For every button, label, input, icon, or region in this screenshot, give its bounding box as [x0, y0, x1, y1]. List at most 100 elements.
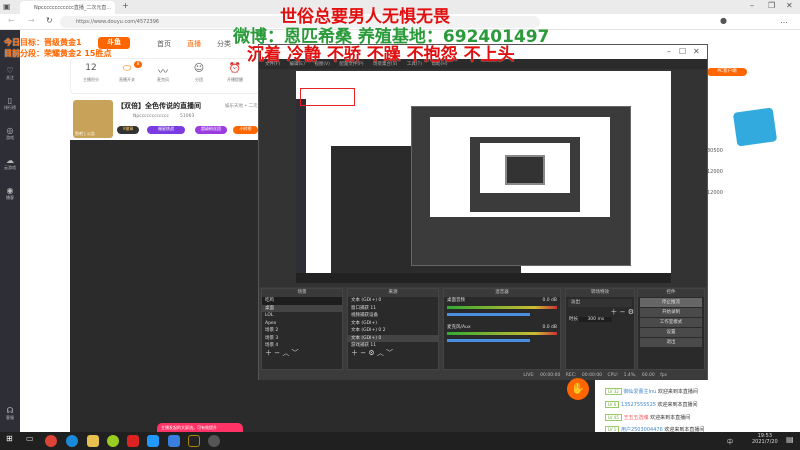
new-tab-button[interactable]: + [122, 1, 129, 10]
nav-live[interactable]: 直播 [187, 39, 201, 49]
streamer-avatar[interactable]: 鱼吧 | 公告 [73, 100, 113, 138]
studio-mode-button[interactable]: 工作室模式 [640, 318, 702, 327]
refresh-icon[interactable]: ↻ [46, 16, 53, 25]
sidebar-label: 云游戏 [4, 165, 16, 170]
close-icon[interactable]: ✕ [786, 1, 793, 10]
sidebar-item-ranking[interactable]: ▯ 排行榜 [0, 96, 20, 111]
scene-item[interactable]: LOL [262, 312, 342, 320]
waveform-icon: 〰 [158, 67, 168, 78]
minimize-icon[interactable]: – [750, 1, 754, 10]
volume-slider[interactable] [447, 312, 530, 316]
edge-icon[interactable] [66, 435, 78, 447]
source-item[interactable]: 文本 (GDI+) 0 [348, 334, 438, 342]
weekly-task-icon[interactable] [732, 107, 778, 147]
clock[interactable]: 19:53 2021/7/20 [752, 433, 778, 445]
nav-category[interactable]: 分类 [217, 39, 231, 49]
sources-dock: 来源 文本 (GDI+) 0 窗口捕获 11 视频捕获设备 文本 (GDI+) … [347, 288, 439, 370]
app-icon[interactable] [107, 435, 119, 447]
game-app-icon[interactable] [188, 435, 200, 447]
nested-capture-3 [505, 155, 545, 185]
chat-text: 欢迎来到本直播间 [657, 402, 698, 408]
rank-overlay: 目前分段：荣耀黄金2 15胜点 [4, 49, 112, 58]
volume-slider[interactable] [447, 339, 530, 342]
scenes-dock: 场景 吃鸡 桌面 LOL Apex 场景 2 场景 3 场景 4 ＋ − ︿ ﹀ [261, 288, 343, 370]
source-item[interactable]: 文本 (GDI+) 0 2 [348, 327, 438, 335]
toast-notification[interactable]: 主播发起的大屏流，可有效提升 [157, 423, 243, 432]
maximize-icon[interactable]: ❐ [768, 1, 775, 10]
chat-user[interactable]: 王五五选魂 [623, 415, 648, 421]
scene-item[interactable]: Apex [262, 320, 342, 328]
exit-button[interactable]: 退出 [640, 338, 702, 347]
stop-streaming-button[interactable]: 停止推流 [640, 298, 702, 307]
streamer-name[interactable]: Npcccccccccccc [133, 114, 169, 119]
source-item[interactable]: 文本 (GDI+) [348, 320, 438, 328]
notification-badge: 8 [134, 61, 142, 68]
source-toolbar[interactable]: ＋ − ⚙ ︿ ﹀ [348, 349, 438, 358]
app-icon[interactable] [168, 435, 180, 447]
source-item[interactable]: 文本 (GDI+) 0 [348, 297, 438, 305]
live-reminder-button[interactable]: ⏰ 开播提醒 [217, 63, 253, 83]
scene-toolbar[interactable]: ＋ − ︿ ﹀ [262, 349, 342, 358]
back-icon[interactable]: ← [8, 16, 15, 25]
scene-item[interactable]: 桌面 [262, 304, 342, 312]
chat-text: 欢迎来到本直播间 [657, 389, 698, 395]
tag-badge[interactable]: V徽章 [117, 126, 139, 134]
nav-home[interactable]: 首页 [157, 39, 171, 49]
stat-label: 开播提醒 [227, 77, 243, 82]
mic-button[interactable]: 〰麦克风 [145, 63, 181, 83]
pc-client-button[interactable]: PC客户端 [707, 68, 747, 76]
source-item[interactable]: 窗口捕获 11 [348, 305, 438, 313]
chat-message: LV 45 王五五选魂 欢迎来到本直播间 [605, 414, 690, 421]
source-item[interactable]: 视频捕获设备 [348, 312, 438, 320]
chat-message: LV 32 御仙爱蕾主Inu 欢迎来到本直播间 [605, 388, 698, 395]
scene-item[interactable]: 场景 3 [262, 335, 342, 343]
sidebar-item-podcast[interactable]: ◉ 播客 [0, 186, 20, 201]
transition-select[interactable]: 淡出 [568, 299, 632, 307]
tag-challenge[interactable]: 福星挑战 [147, 126, 185, 134]
duration-input[interactable]: 300 ms [579, 317, 613, 322]
more-icon[interactable]: … [780, 16, 788, 25]
sidebar-item-follow[interactable]: ♡ 关注 [0, 66, 20, 81]
nested-capture [430, 117, 610, 217]
notification-center-icon[interactable]: ▤ [786, 435, 794, 444]
obs-maximize-icon[interactable]: ☐ [679, 47, 686, 56]
tag-hour-rank[interactable]: 小时榜 [233, 126, 258, 134]
music-app-icon[interactable] [127, 435, 139, 447]
obs-preview[interactable] [259, 69, 707, 287]
room-category[interactable]: 娱乐天地 • 二次元 [225, 103, 262, 109]
gift-button[interactable]: ✋ [567, 378, 589, 400]
ime-indicator[interactable]: 中 [727, 437, 733, 446]
selection-box[interactable] [300, 88, 355, 106]
sidebar-item-cloud[interactable]: ☁ 云游戏 [0, 156, 20, 171]
app-icon[interactable] [147, 435, 159, 447]
obs-taskbar-icon[interactable] [208, 435, 220, 447]
cpu-usage: CPU: 1.4%, 60.00 fps [607, 373, 668, 378]
tag-fan-club[interactable]: 超级粉丝团 [195, 126, 227, 134]
heart-icon: ♡ [6, 66, 14, 75]
transition-toolbar[interactable]: ＋ − ⚙ [566, 308, 634, 317]
chat-user[interactable]: 御仙爱蕾主Inu [623, 389, 656, 395]
sidebar-item-support[interactable]: ☊ 客服 [0, 406, 20, 421]
rec-time: REC: 00:00:00 [565, 373, 603, 378]
forward-icon[interactable]: → [28, 16, 35, 25]
start-recording-button[interactable]: 开始录制 [640, 308, 702, 317]
obs-minimize-icon[interactable]: – [667, 47, 671, 56]
windows-start-icon[interactable]: ⊞ [6, 434, 13, 443]
browser-tab[interactable]: Npcccccccccccc直播_二次元直... [20, 1, 115, 14]
file-explorer-icon[interactable] [87, 435, 99, 447]
task-view-icon[interactable]: ▭ [26, 434, 34, 443]
ranking-icon: ▯ [7, 96, 13, 105]
profile-avatar[interactable]: ● [720, 16, 727, 25]
duration-label: 时长 [569, 317, 578, 322]
clock-date: 2021/7/20 [752, 439, 778, 445]
scene-item[interactable]: 场景 2 [262, 327, 342, 335]
sidebar-item-games[interactable]: ◎ 游戏 [0, 126, 20, 141]
sidebar-label: 播客 [6, 195, 14, 200]
chrome-icon[interactable] [45, 435, 57, 447]
chat-user[interactable]: 13527555525 [621, 402, 656, 408]
fan-group-button[interactable]: ☺ 分团 [181, 63, 217, 83]
tab-actions-icon[interactable]: ▣ [3, 2, 11, 11]
scene-item[interactable]: 吃鸡 [262, 297, 342, 305]
obs-close-icon[interactable]: ✕ [693, 47, 700, 56]
settings-button[interactable]: 设置 [640, 328, 702, 337]
